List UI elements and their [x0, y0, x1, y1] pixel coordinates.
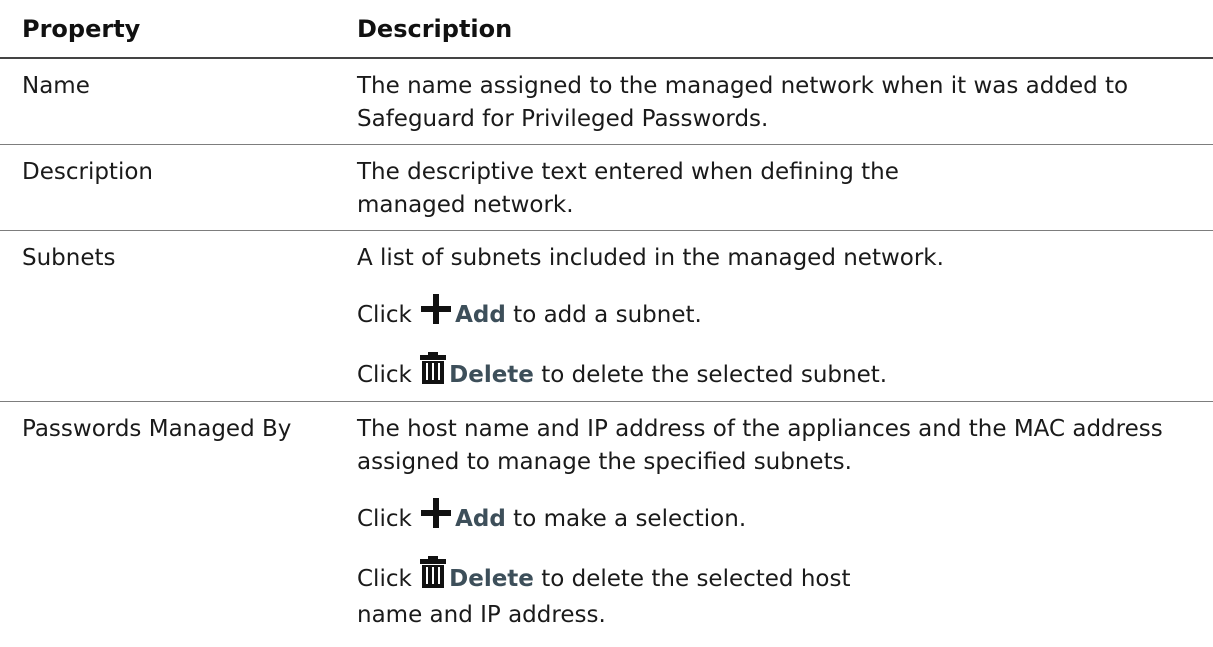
table-row: Subnets A list of subnets included in th… — [0, 230, 1213, 402]
click-word: Click — [357, 566, 412, 592]
property-cell: Subnets — [0, 230, 345, 402]
click-word: Click — [357, 506, 412, 532]
property-name: Name — [22, 73, 90, 99]
add-label: Add — [455, 302, 506, 328]
table-header-row: Property Description — [0, 0, 1213, 59]
plus-icon — [419, 498, 453, 528]
delete-instruction: Click Delete to delete the selected subn… — [357, 352, 1199, 393]
description-cell: The descriptive text entered when defini… — [345, 144, 1213, 231]
property-name: Subnets — [22, 245, 116, 271]
description-text: The host name and IP address of the appl… — [357, 416, 1163, 475]
plus-icon — [419, 294, 453, 324]
property-name: Description — [22, 159, 153, 185]
click-word: Click — [357, 302, 412, 328]
property-cell: Passwords Managed By — [0, 402, 345, 642]
add-instruction: Click Add to add a subnet. — [357, 294, 1199, 333]
add-instruction: Click Add to make a selection. — [357, 498, 1199, 537]
header-description: Description — [345, 0, 1213, 59]
description-text: The name assigned to the managed network… — [357, 73, 1129, 132]
header-property: Property — [0, 0, 345, 59]
description-cell: The host name and IP address of the appl… — [345, 402, 1213, 642]
delete-instruction: Click Delete to delete the selected host… — [357, 556, 917, 633]
property-cell: Name — [0, 58, 345, 145]
delete-label: Delete — [449, 362, 534, 388]
description-cell: The name assigned to the managed network… — [345, 58, 1213, 145]
click-word: Click — [357, 362, 412, 388]
table-row: Name The name assigned to the managed ne… — [0, 58, 1213, 145]
add-suffix: to make a selection. — [513, 506, 747, 532]
property-name: Passwords Managed By — [22, 416, 292, 442]
add-suffix: to add a subnet. — [513, 302, 702, 328]
trash-icon — [419, 556, 447, 588]
property-cell: Description — [0, 144, 345, 231]
description-text: A list of subnets included in the manage… — [357, 245, 944, 271]
delete-suffix: to delete the selected subnet. — [541, 362, 888, 388]
description-cell: A list of subnets included in the manage… — [345, 230, 1213, 402]
delete-label: Delete — [449, 566, 534, 592]
table-row: Description The descriptive text entered… — [0, 144, 1213, 231]
table-row: Passwords Managed By The host name and I… — [0, 402, 1213, 642]
description-text: The descriptive text entered when defini… — [357, 159, 899, 218]
add-label: Add — [455, 506, 506, 532]
trash-icon — [419, 352, 447, 384]
properties-table: Property Description Name The name assig… — [0, 0, 1213, 641]
